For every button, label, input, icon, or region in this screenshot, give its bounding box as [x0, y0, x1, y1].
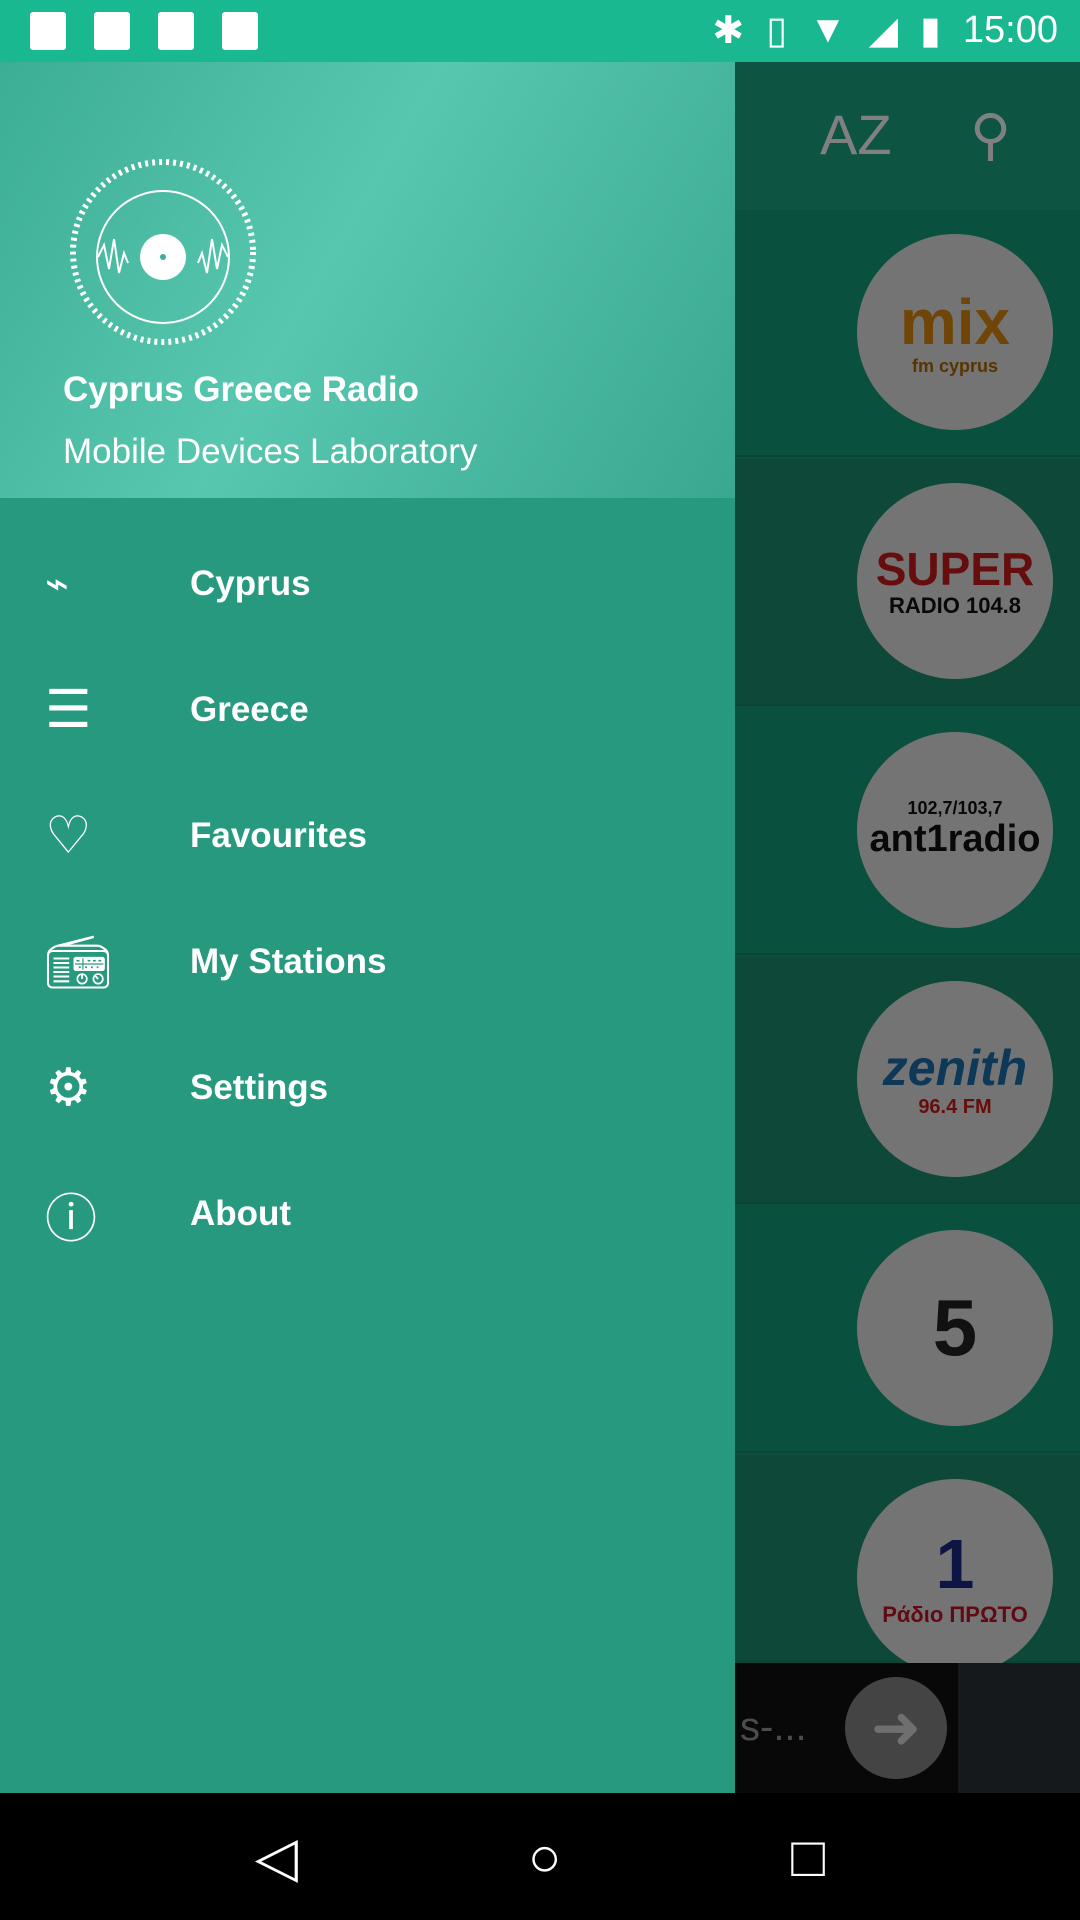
back-icon[interactable]: ◁ — [255, 1824, 298, 1890]
app-logo-icon — [70, 159, 256, 345]
station-logo: 102,7/103,7 ant1radio — [857, 732, 1053, 928]
gear-icon: ⚙ — [45, 1059, 92, 1117]
vibrate-icon: ▯ — [766, 10, 788, 52]
cyprus-map-icon: ⌁ — [45, 562, 70, 606]
greek-flag-icon: ☰ — [45, 681, 92, 739]
no-signal-icon: ◢ — [868, 10, 898, 52]
play-store-icon — [222, 12, 258, 50]
status-bar: ✱ ▯ ▼ ◢ ▮ 15:00 — [0, 0, 1080, 62]
menu-item-greece[interactable]: ☰ Greece — [0, 647, 735, 773]
search-icon[interactable]: ⚲ — [970, 102, 1011, 168]
station-logo: mix fm cyprus — [857, 234, 1053, 430]
menu-item-my-stations[interactable]: 📻︎ My Stations — [0, 899, 735, 1025]
drawer-header: Cyprus Greece Radio Mobile Devices Labor… — [0, 62, 735, 498]
battery-charging-icon: ▮ — [919, 10, 941, 52]
menu-item-about[interactable]: ⓘ About — [0, 1151, 735, 1277]
station-logo: SUPER RADIO 104.8 — [857, 483, 1053, 679]
home-icon[interactable]: ○ — [528, 1824, 562, 1889]
radio-icon: 📻︎ — [45, 933, 112, 992]
app-subtitle: Mobile Devices Laboratory — [63, 432, 478, 471]
station-logo: 1 Ράδιο ΠΡΩΤΟ — [857, 1479, 1053, 1675]
wifi-icon: ▼ — [809, 9, 847, 51]
menu-item-cyprus[interactable]: ⌁ Cyprus — [0, 521, 735, 647]
system-nav-bar: ◁ ○ □ — [0, 1793, 1080, 1920]
navigation-drawer: Cyprus Greece Radio Mobile Devices Labor… — [0, 62, 735, 1793]
image-icon — [30, 12, 66, 50]
station-logo: zenith 96.4 FM — [857, 981, 1053, 1177]
app-title: Cyprus Greece Radio — [63, 370, 419, 409]
bluetooth-icon: ✱ — [712, 10, 745, 52]
ad-text: s-... — [740, 1705, 807, 1749]
recents-icon[interactable]: □ — [791, 1824, 825, 1889]
info-icon: ⓘ — [45, 1190, 98, 1249]
clock: 15:00 — [962, 9, 1058, 51]
sort-az-icon[interactable]: AZ — [820, 102, 892, 167]
menu-item-favourites[interactable]: ♡ Favourites — [0, 773, 735, 899]
station-logo: 5 — [857, 1230, 1053, 1426]
heart-icon: ♡ — [45, 807, 92, 865]
n-icon — [94, 12, 130, 50]
arrow-right-icon[interactable]: ➜ — [845, 1677, 947, 1779]
download-icon — [158, 12, 194, 50]
menu-item-settings[interactable]: ⚙ Settings — [0, 1025, 735, 1151]
